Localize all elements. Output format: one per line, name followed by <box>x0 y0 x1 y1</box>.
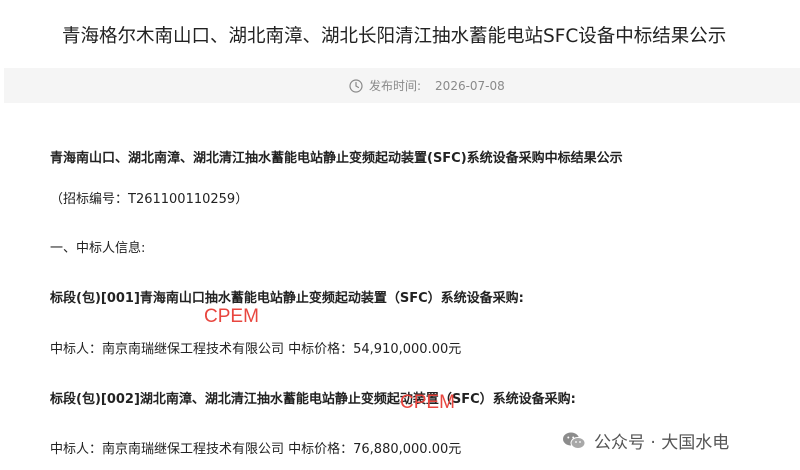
account-name: 公众号 · 大国水电 <box>594 433 730 453</box>
clock-icon <box>349 78 363 93</box>
lot2-title: 标段(包)[002]湖北南漳、湖北清江抽水蓄能电站静止变频起动装置（SFC）系统… <box>50 392 576 407</box>
lot1-winner: 中标人：南京南瑞继保工程技术有限公司 中标价格：54,910,000.00元 <box>50 342 462 357</box>
publish-meta-bar: 发布时间: 2026-07-08 <box>4 68 800 103</box>
lot2-winner: 中标人：南京南瑞继保工程技术有限公司 中标价格：76,880,000.00元 <box>50 442 462 457</box>
publish-date: 2026-07-08 <box>435 78 505 93</box>
lot1-title: 标段(包)[001]青海南山口抽水蓄能电站静止变频起动装置（SFC）系统设备采购… <box>50 291 524 306</box>
cpem-watermark: CPEM <box>400 392 455 413</box>
account-watermark: 公众号 · 大国水电 <box>562 428 729 453</box>
publish-label: 发布时间: <box>369 79 422 93</box>
publish-meta: 发布时间: 2026-07-08 <box>349 77 505 94</box>
wechat-icon <box>563 432 586 449</box>
article-title: 青海格尔木南山口、湖北南漳、湖北长阳清江抽水蓄能电站SFC设备中标结果公示 <box>62 26 727 47</box>
article-page: 青海格尔木南山口、湖北南漳、湖北长阳清江抽水蓄能电站SFC设备中标结果公示 发布… <box>0 0 800 470</box>
cpem-watermark: CPEM <box>204 306 259 327</box>
content-headline: 青海南山口、湖北南漳、湖北清江抽水蓄能电站静止变频起动装置(SFC)系统设备采购… <box>50 151 623 166</box>
tender-number: （招标编号：T261100110259） <box>50 192 249 207</box>
section-heading: 一、中标人信息: <box>50 241 146 256</box>
